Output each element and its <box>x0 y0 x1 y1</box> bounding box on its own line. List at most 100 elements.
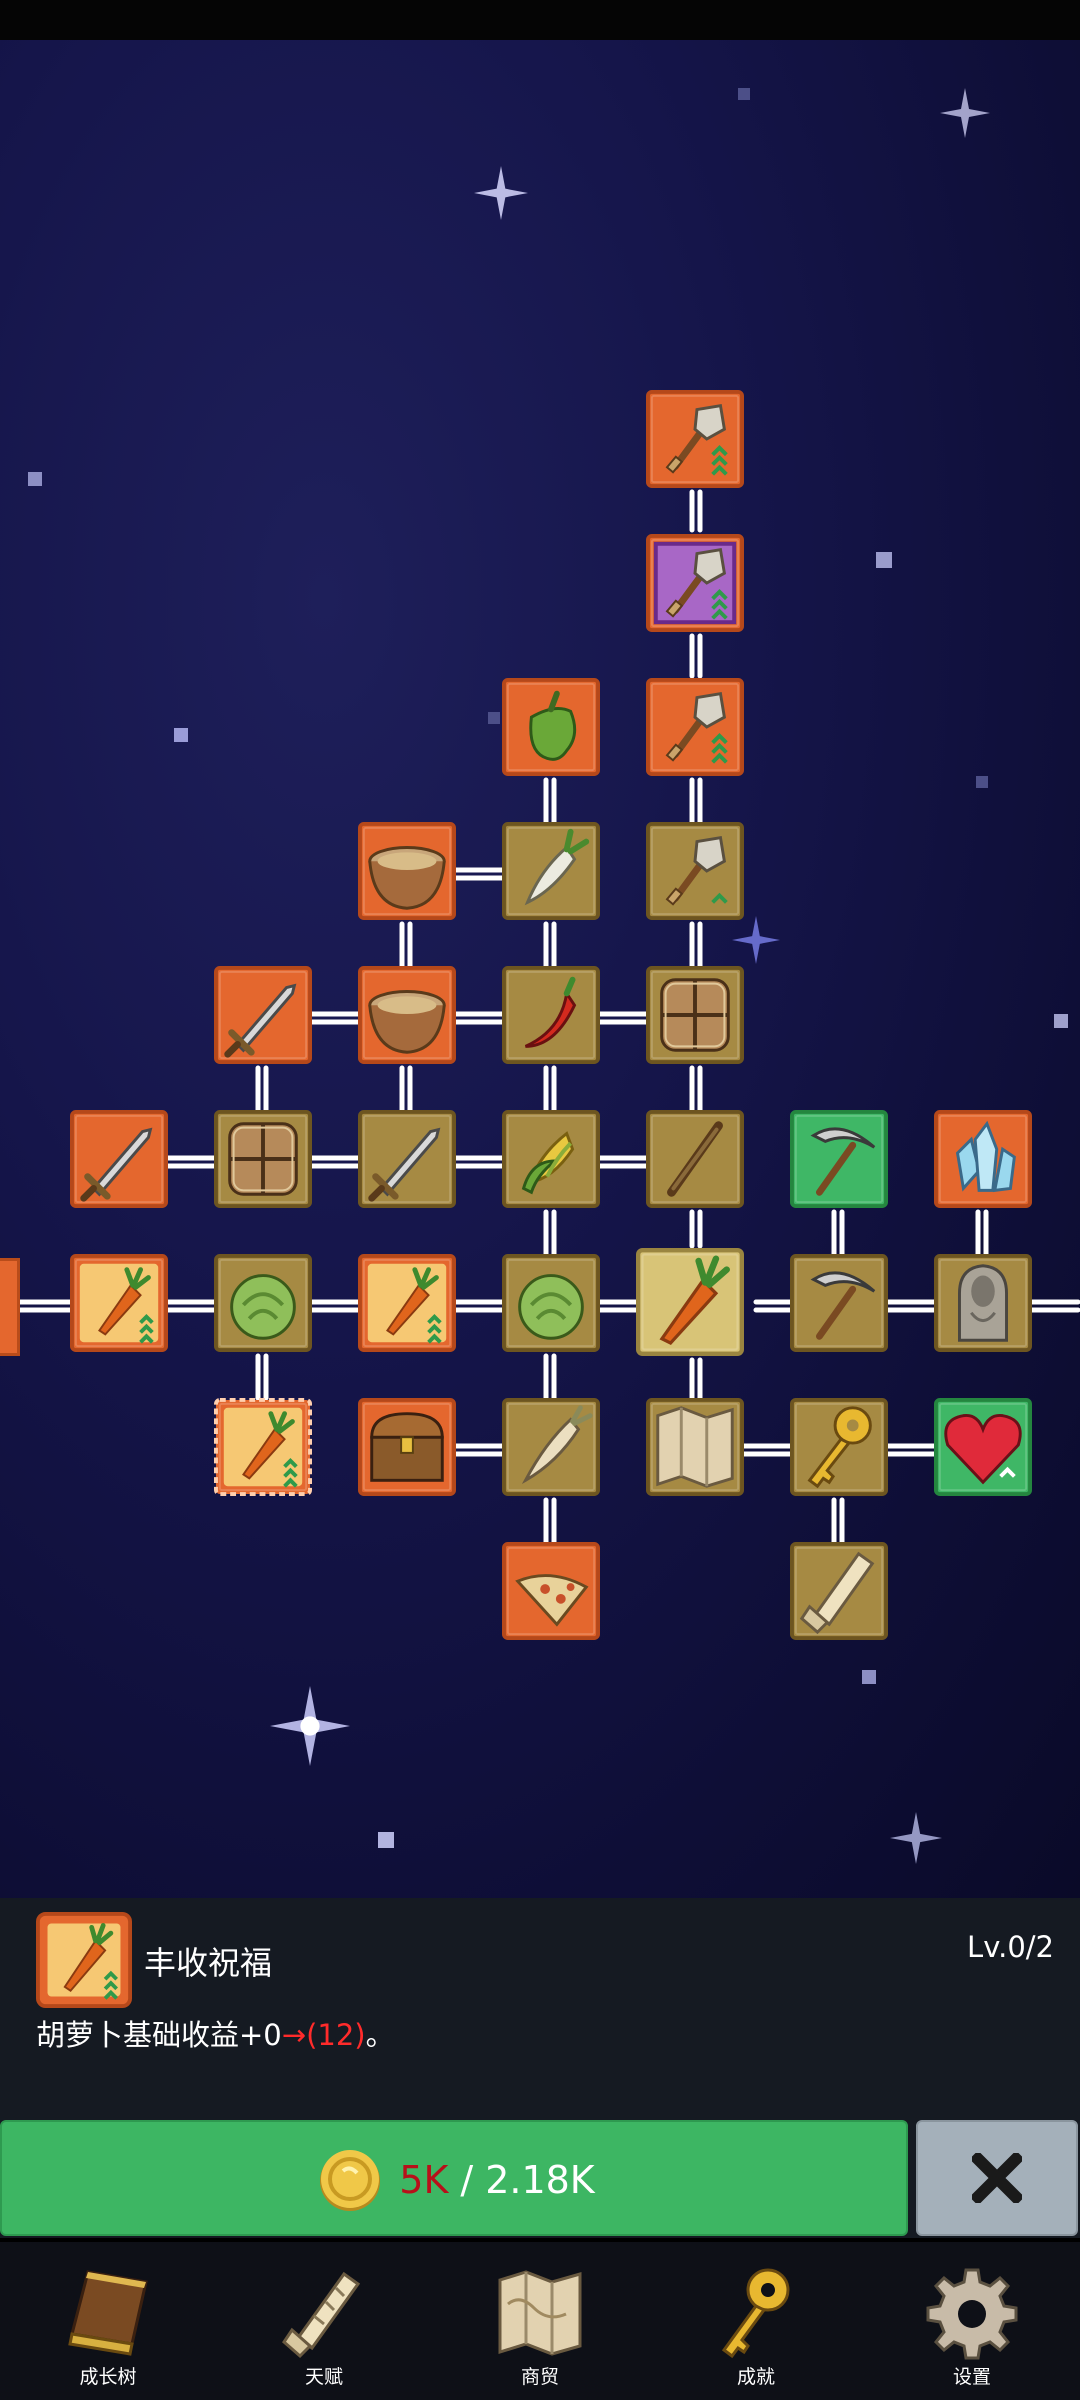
scroll-icon <box>790 1542 888 1640</box>
radish-icon <box>502 822 600 920</box>
skill-node[interactable] <box>646 678 744 776</box>
close-button[interactable] <box>916 2120 1078 2236</box>
crystal-icon <box>934 1110 1032 1208</box>
scroll-icon <box>282 2271 361 2359</box>
description-text: 胡萝卜基础收益+0 <box>36 2018 282 2052</box>
parsnip-icon <box>502 1398 600 1496</box>
carrot-upgrade-icon <box>70 1254 168 1352</box>
gold-coin-icon <box>320 2150 381 2211</box>
skill-node[interactable] <box>934 1110 1032 1208</box>
selected-skill-title: 丰收祝福 <box>144 1944 273 1982</box>
selected-skill-description: 胡萝卜基础收益+0→(12)。 <box>36 2012 395 2054</box>
description-arrow: → <box>281 2018 307 2052</box>
stick-icon <box>646 1110 744 1208</box>
nav-label: 设置 <box>952 2366 991 2388</box>
bowl-icon <box>358 966 456 1064</box>
cost-have: 5K <box>399 2158 449 2202</box>
nav-label: 天赋 <box>304 2366 343 2388</box>
skill-node[interactable] <box>646 390 744 488</box>
nav-growth-tree[interactable]: 成长树 <box>0 2242 216 2400</box>
sword-icon <box>70 1110 168 1208</box>
skill-node[interactable] <box>214 1398 312 1496</box>
carrot-upgrade-icon <box>358 1254 456 1352</box>
pickaxe-icon <box>790 1110 888 1208</box>
skill-node[interactable] <box>646 1110 744 1208</box>
skill-node[interactable] <box>70 1110 168 1208</box>
cabbage-icon <box>502 1254 600 1352</box>
skill-node[interactable] <box>214 1110 312 1208</box>
skill-node[interactable] <box>790 1542 888 1640</box>
sword-icon <box>358 1110 456 1208</box>
skill-node[interactable] <box>214 966 312 1064</box>
skill-node[interactable] <box>214 1254 312 1352</box>
crate-icon <box>646 966 744 1064</box>
skill-node[interactable] <box>502 966 600 1064</box>
game-screen: 丰收祝福 Lv.0/2 胡萝卜基础收益+0→(12)。 5K / 2.18K 成… <box>0 0 1080 2400</box>
shovel-icon <box>646 822 744 920</box>
nav-label: 成就 <box>736 2366 775 2388</box>
treasure-chest-icon <box>358 1398 456 1496</box>
description-value: (12) <box>306 2018 366 2052</box>
selected-skill-level: Lv.0/2 <box>967 1930 1054 1964</box>
bell-pepper-icon <box>502 678 600 776</box>
heart-icon <box>934 1398 1032 1496</box>
upgrade-button[interactable]: 5K / 2.18K <box>0 2120 908 2236</box>
map-icon <box>646 1398 744 1496</box>
skill-node[interactable] <box>502 1398 600 1496</box>
shovel-upgrade-icon <box>646 390 744 488</box>
skill-node[interactable] <box>502 1110 600 1208</box>
sword-icon <box>214 966 312 1064</box>
nav-trade[interactable]: 商贸 <box>432 2242 648 2400</box>
skill-node[interactable] <box>790 1254 888 1352</box>
carrot-upgrade-icon <box>214 1398 312 1496</box>
map-icon <box>498 2270 582 2356</box>
skill-node[interactable] <box>358 1398 456 1496</box>
nav-label: 商贸 <box>520 2366 559 2388</box>
upgrade-cost: 5K / 2.18K <box>2 2122 910 2238</box>
skill-node[interactable] <box>646 966 744 1064</box>
pickaxe-icon <box>790 1254 888 1352</box>
bottom-navigation: 成长树 天赋 商贸 成就 设置 <box>0 2242 1080 2400</box>
skill-node[interactable] <box>502 1542 600 1640</box>
corn-icon <box>502 1110 600 1208</box>
chili-pepper-icon <box>502 966 600 1064</box>
skill-node[interactable] <box>358 822 456 920</box>
close-icon <box>972 2153 1022 2203</box>
carrot-upgrade-icon <box>36 1912 132 2008</box>
description-suffix: 。 <box>365 2018 395 2052</box>
crate-icon <box>214 1110 312 1208</box>
skill-node[interactable] <box>790 1398 888 1496</box>
skill-node[interactable] <box>934 1398 1032 1496</box>
skill-node[interactable] <box>636 1248 744 1356</box>
bowl-icon <box>358 822 456 920</box>
nav-settings[interactable]: 设置 <box>864 2242 1080 2400</box>
nav-achievement[interactable]: 成就 <box>648 2242 864 2400</box>
skill-node[interactable] <box>358 966 456 1064</box>
nav-talent[interactable]: 天赋 <box>216 2242 432 2400</box>
cabbage-icon <box>214 1254 312 1352</box>
skill-node[interactable] <box>646 534 744 632</box>
skill-node[interactable] <box>646 1398 744 1496</box>
gear-icon <box>926 2268 1018 2360</box>
key-icon <box>721 2268 790 2359</box>
selected-skill-icon <box>36 1912 132 2008</box>
skill-node[interactable] <box>502 1254 600 1352</box>
skill-node[interactable] <box>358 1254 456 1352</box>
skill-node[interactable] <box>70 1254 168 1352</box>
skill-node[interactable] <box>358 1110 456 1208</box>
key-icon <box>790 1398 888 1496</box>
shovel-upgrade-icon <box>646 534 744 632</box>
carrot-icon <box>636 1248 744 1356</box>
skill-node[interactable] <box>646 822 744 920</box>
statue-icon <box>934 1254 1032 1352</box>
book-icon <box>68 2270 148 2356</box>
skill-node[interactable] <box>934 1254 1032 1352</box>
cost-separator: / <box>460 2158 474 2202</box>
skill-node[interactable] <box>790 1110 888 1208</box>
skill-node[interactable] <box>502 822 600 920</box>
skill-node-partial[interactable] <box>0 1258 20 1356</box>
cost-need: 2.18K <box>485 2158 595 2202</box>
shovel-upgrade-icon <box>646 678 744 776</box>
skill-node[interactable] <box>502 678 600 776</box>
nav-label: 成长树 <box>79 2366 137 2388</box>
